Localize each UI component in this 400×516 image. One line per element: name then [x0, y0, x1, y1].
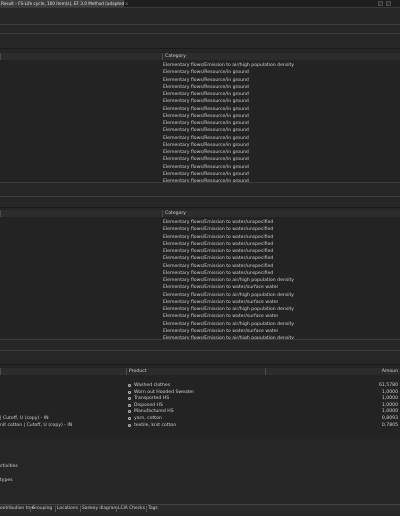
- table-row[interactable]: Elementary flows/Emission to water/surfa…: [163, 299, 278, 306]
- section-divider: [0, 33, 400, 34]
- section-divider: [0, 207, 400, 208]
- column-header-amount[interactable]: Amoun: [265, 368, 400, 375]
- tab-separator: [55, 506, 56, 512]
- minimize-icon[interactable]: [378, 1, 383, 6]
- inventory-table-2: Category Elementary flows/Emission to wa…: [0, 209, 400, 341]
- table-row[interactable]: Elementary flows/Resource/in ground: [163, 91, 249, 98]
- inventory-table-1: Category Elementary flows/Emission to ai…: [0, 52, 400, 184]
- table-row[interactable]: Elementary flows/Resource/in ground: [163, 69, 249, 76]
- table-row[interactable]: Elementary flows/Resource/in ground: [163, 164, 249, 171]
- section-divider: [0, 339, 400, 340]
- tab-separator: [30, 506, 31, 512]
- column-header-category[interactable]: Category: [162, 210, 400, 217]
- table-row[interactable]: Elementary flows/Emission to water/unspe…: [163, 234, 273, 241]
- tab-tags[interactable]: Tags: [148, 505, 158, 513]
- process-products-table: Product Amoun Washed clothes 61,5780 Worn …: [0, 367, 400, 437]
- types-label[interactable]: types: [0, 477, 13, 484]
- table-row[interactable]: Elementary flows/Resource/in ground: [163, 113, 249, 120]
- product-flow-icon: [128, 390, 131, 394]
- column-header-name[interactable]: [0, 210, 162, 217]
- table-row[interactable]: Elementary flows/Resource/in ground: [163, 135, 249, 142]
- table-row[interactable]: Elementary flows/Resource/in ground: [163, 84, 249, 91]
- section-divider: [0, 182, 400, 183]
- table-row[interactable]: Elementary flows/Emission to water/unspe…: [163, 255, 273, 262]
- table-row[interactable]: Elementary flows/Emission to water/unspe…: [163, 241, 273, 248]
- product-flow-icon: [128, 403, 131, 407]
- product-flow-icon: [128, 423, 131, 427]
- table-row[interactable]: Elementary flows/Resource/in ground: [163, 98, 249, 105]
- section-divider: [0, 196, 400, 197]
- tab-lcia-checks[interactable]: LCIA Checks: [118, 505, 145, 513]
- section-divider: [0, 350, 400, 351]
- section-divider: [0, 24, 400, 25]
- table-row[interactable]: Elementary flows/Emission to water/unspe…: [163, 226, 273, 233]
- table-row[interactable]: Elementary flows/Emission to air/high po…: [163, 306, 294, 313]
- product-flow-icon: [128, 417, 131, 420]
- table-row[interactable]: Elementary flows/Resource/in ground: [163, 156, 249, 163]
- product-flow-icon: [128, 410, 131, 414]
- column-header-category[interactable]: Category: [162, 53, 400, 60]
- table-row[interactable]: Elementary flows/Emission to air/high po…: [163, 62, 294, 69]
- table-row[interactable]: Elementary flows/Resource/in ground: [163, 77, 249, 84]
- table-row[interactable]: Elementary flows/Emission to water/unspe…: [163, 248, 273, 255]
- table-row[interactable]: Elementary flows/Emission to water/unspe…: [163, 263, 273, 270]
- table-row[interactable]: Elementary flows/Emission to water/surfa…: [163, 328, 278, 335]
- tab-separator: [80, 506, 81, 512]
- amount-cell: 0,7805: [381, 422, 398, 428]
- tab-sankey-diagram[interactable]: Sankey diagram: [82, 505, 118, 513]
- maximize-icon[interactable]: [386, 1, 391, 6]
- product-flow-icon: [128, 397, 131, 401]
- table-row[interactable]: Elementary flows/Emission to water/surfa…: [163, 313, 278, 320]
- column-header-product[interactable]: Product: [126, 368, 265, 375]
- section-divider: [0, 48, 400, 49]
- table-row[interactable]: Elementary flows/Emission to water/surfa…: [163, 284, 278, 291]
- table-row[interactable]: Elementary flows/Emission to air/high po…: [163, 277, 294, 284]
- activities-label[interactable]: ctivities: [0, 463, 18, 470]
- table-row[interactable]: Elementary flows/Resource/in ground: [163, 127, 249, 134]
- column-header-name[interactable]: [0, 53, 162, 60]
- table-row[interactable]: Elementary flows/Resource/in ground: [163, 149, 249, 156]
- table-row[interactable]: Elementary flows/Emission to air/high po…: [163, 321, 294, 328]
- editor-tab[interactable]: Result - FS-Life cycle, 100 item(s), EF …: [0, 0, 124, 7]
- table-row[interactable]: Elementary flows/Resource/in ground: [163, 142, 249, 149]
- product-flow-icon: [128, 384, 131, 387]
- process-cell[interactable]: nit cotton | Cutoff, U (copy) - IN: [0, 422, 124, 429]
- table-row[interactable]: Elementary flows/Resource/in ground: [163, 120, 249, 127]
- table-row[interactable]: Elementary flows/Resource/in ground: [163, 106, 249, 113]
- tab-locations[interactable]: Locations: [57, 505, 78, 513]
- tab-grouping[interactable]: Grouping: [32, 505, 52, 513]
- title-bar: Result - FS-Life cycle, 100 item(s), EF …: [0, 0, 400, 8]
- column-header-process[interactable]: [0, 368, 126, 375]
- tab-separator: [116, 506, 117, 512]
- result-tabs-bar: ontribution tree Grouping Locations Sank…: [0, 504, 400, 513]
- product-cell[interactable]: textile, knit cotton: [134, 422, 176, 429]
- tab-separator: [146, 506, 147, 512]
- table-row[interactable]: Elementary flows/Emission to water/unspe…: [163, 219, 273, 226]
- table-row[interactable]: Elementary flows/Emission to water/unspe…: [163, 270, 273, 277]
- section-divider: [0, 364, 400, 365]
- table-row[interactable]: Elementary flows/Emission to air/high po…: [163, 292, 294, 299]
- close-icon[interactable]: ×: [125, 0, 128, 7]
- table-row[interactable]: Elementary flows/Resource/in ground: [163, 171, 249, 178]
